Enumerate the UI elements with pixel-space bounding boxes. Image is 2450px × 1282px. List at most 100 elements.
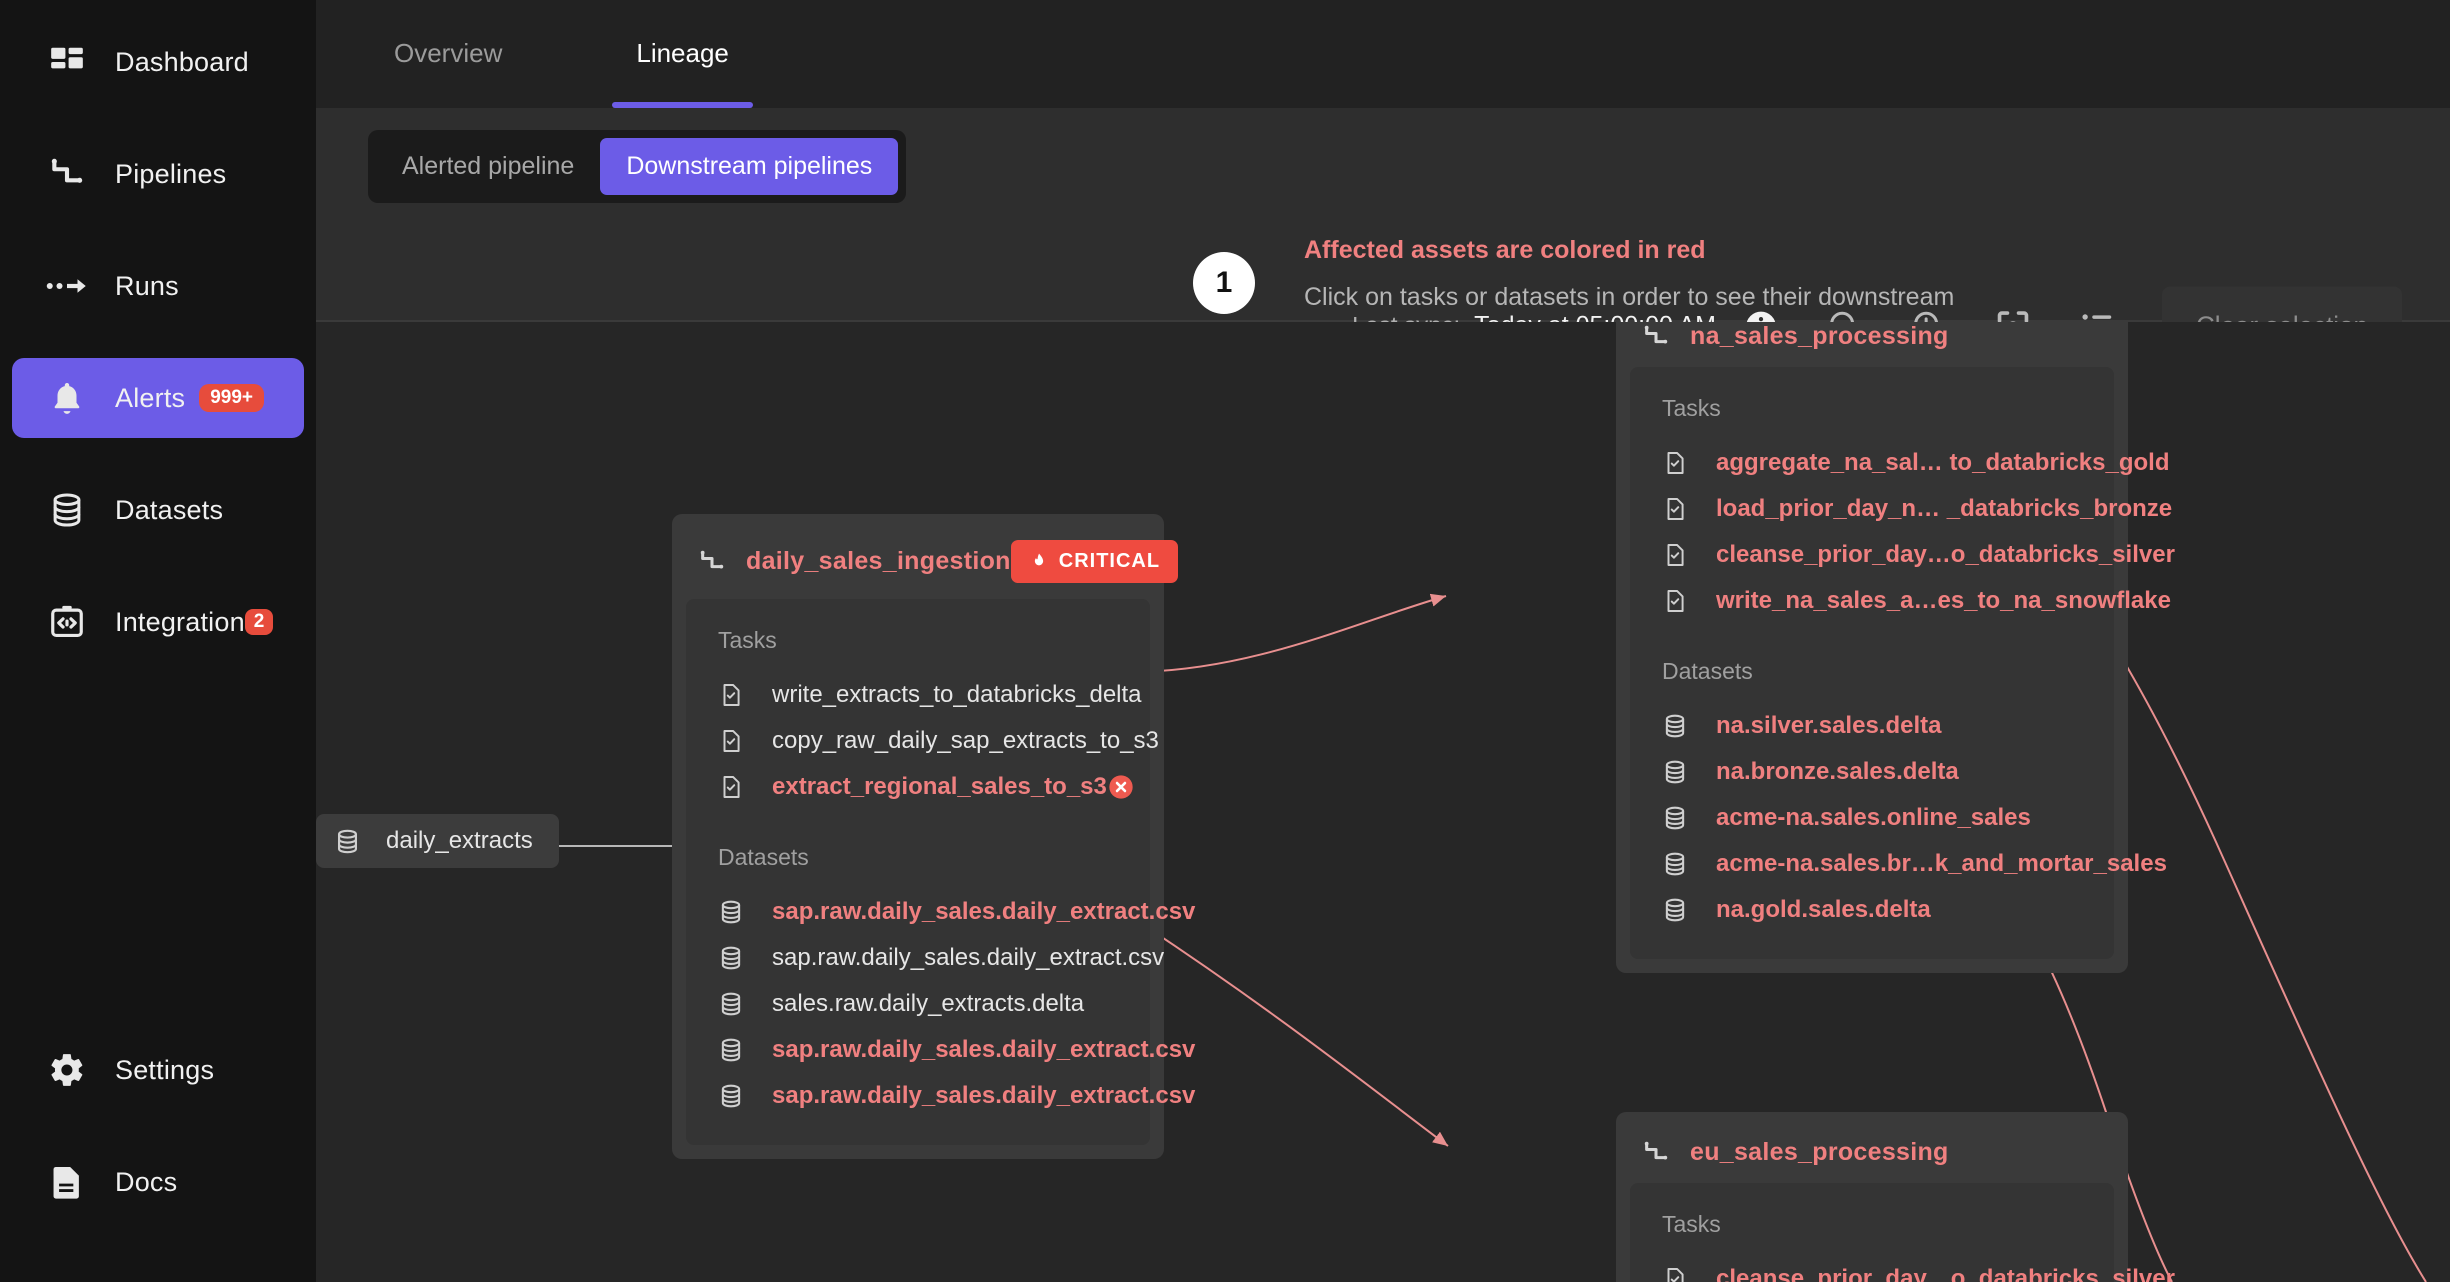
dataset-row[interactable]: sap.raw.daily_sales.daily_extract.csv [708,935,1128,981]
pipeline-icon [1642,1139,1670,1167]
dataset-label: sap.raw.daily_sales.daily_extract.csv [772,898,1195,926]
task-label: copy_raw_daily_sap_extracts_to_s3 [772,727,1159,755]
task-label: cleanse_prior_day…o_databricks_silver [1716,541,2175,569]
database-icon [1662,759,1692,785]
task-file-icon [718,774,748,800]
step-marker-badge: 1 [1193,252,1255,314]
dataset-row[interactable]: sap.raw.daily_sales.daily_extract.csv [708,1027,1128,1073]
task-row[interactable]: cleanse_prior_day…o_databricks_silver [1652,532,2092,578]
task-row[interactable]: write_na_sales_a…es_to_na_snowflake [1652,578,2092,624]
dataset-label: sales.raw.daily_extracts.delta [772,990,1084,1018]
task-error-icon [1107,773,1135,801]
dataset-row[interactable]: sap.raw.daily_sales.daily_extract.csv [708,1073,1128,1119]
task-row[interactable]: copy_raw_daily_sap_extracts_to_s3 [708,718,1128,764]
node-title: daily_sales_ingestion [746,547,1011,576]
segment-downstream-pipelines[interactable]: Downstream pipelines [600,138,898,195]
task-row[interactable]: write_extracts_to_databricks_delta [708,672,1128,718]
node-header: eu_sales_processing [1616,1132,2128,1183]
sidebar-nav: Dashboard Pipelines [0,22,316,662]
task-row[interactable]: extract_regional_sales_to_s3 [708,764,1128,810]
sidebar-item-pipelines[interactable]: Pipelines [12,134,304,214]
database-icon [1662,897,1692,923]
node-header: daily_sales_ingestion CRITICAL [672,534,1164,599]
dataset-label: acme-na.sales.online_sales [1716,804,2031,832]
task-label: cleanse_prior_day…o_databricks_silver [1716,1265,2175,1282]
dataset-label: acme-na.sales.br…k_and_mortar_sales [1716,850,2167,878]
database-icon [1662,713,1692,739]
task-file-icon [1662,450,1692,476]
task-file-icon [1662,542,1692,568]
dataset-row[interactable]: na.gold.sales.delta [1652,887,2092,933]
sidebar-item-settings[interactable]: Settings [12,1030,304,1110]
dataset-label: sap.raw.daily_sales.daily_extract.csv [772,1082,1195,1110]
node-title: eu_sales_processing [1690,1138,1949,1167]
database-icon [718,991,748,1017]
pipeline-scope-toggle: Alerted pipeline Downstream pipelines [368,130,906,203]
document-icon [46,1161,88,1203]
dataset-label: na.silver.sales.delta [1716,712,1941,740]
lineage-canvas[interactable]: daily_extracts daily_sales_ingestion CRI… [316,322,2450,1282]
dataset-row[interactable]: sales.raw.daily_extracts.delta [708,981,1128,1027]
status-badge-label: CRITICAL [1059,550,1160,573]
app-root: Dashboard Pipelines [0,0,2450,1282]
dataset-label: sap.raw.daily_sales.daily_extract.csv [772,1036,1195,1064]
task-file-icon [1662,496,1692,522]
affected-assets-hint: Affected assets are colored in red [1304,236,1954,265]
dataset-label: sap.raw.daily_sales.daily_extract.csv [772,944,1164,972]
database-icon [334,828,364,855]
task-label: write_extracts_to_databricks_delta [772,681,1142,709]
tab-overview[interactable]: Overview [370,36,526,108]
task-label: aggregate_na_sal… to_databricks_gold [1716,449,2170,477]
dataset-row[interactable]: acme-na.sales.br…k_and_mortar_sales [1652,841,2092,887]
node-body: Tasks aggregate_na_sal… to_databricks_go… [1630,367,2114,959]
dataset-label: daily_extracts [386,827,533,855]
sidebar: Dashboard Pipelines [0,0,316,1282]
sidebar-item-label: Runs [115,271,179,302]
node-daily-sales-ingestion[interactable]: daily_sales_ingestion CRITICAL Tasks wri… [672,514,1164,1159]
task-file-icon [718,728,748,754]
sidebar-item-integration[interactable]: Integration 2 [12,582,304,662]
sidebar-item-alerts[interactable]: Alerts 999+ [12,358,304,438]
task-file-icon [1662,1266,1692,1282]
sidebar-item-docs[interactable]: Docs [12,1142,304,1222]
datasets-section-label: Datasets [718,844,1128,871]
sidebar-item-label: Dashboard [115,47,249,78]
task-row[interactable]: cleanse_prior_day…o_databricks_silver [1652,1256,2092,1282]
database-icon [718,1037,748,1063]
sidebar-item-label: Settings [115,1055,214,1086]
bell-icon [46,377,88,419]
sidebar-item-runs[interactable]: Runs [12,246,304,326]
task-row[interactable]: load_prior_day_n… _databricks_bronze [1652,486,2092,532]
database-icon [718,945,748,971]
sidebar-item-datasets[interactable]: Datasets [12,470,304,550]
tasks-section-label: Tasks [1662,1211,2092,1238]
dataset-label: na.bronze.sales.delta [1716,758,1959,786]
dataset-row[interactable]: acme-na.sales.online_sales [1652,795,2092,841]
datasets-section-label: Datasets [1662,658,2092,685]
sidebar-item-label: Docs [115,1167,177,1198]
node-daily-extracts[interactable]: daily_extracts [316,814,559,868]
node-na-sales-processing[interactable]: na_sales_processing Tasks aggregate_na_s… [1616,322,2128,973]
sidebar-item-label: Pipelines [115,159,226,190]
gear-icon [46,1049,88,1091]
sidebar-item-dashboard[interactable]: Dashboard [12,22,304,102]
dataset-row[interactable]: na.silver.sales.delta [1652,703,2092,749]
sidebar-item-label: Datasets [115,495,223,526]
dataset-row[interactable]: sap.raw.daily_sales.daily_extract.csv [708,889,1128,935]
tab-bar: Overview Lineage [316,0,2450,108]
sidebar-item-label: Alerts [115,383,185,414]
node-body: Tasks cleanse_prior_day…o_databricks_sil… [1630,1183,2114,1282]
database-icon [46,489,88,531]
segmented-control: Alerted pipeline Downstream pipelines [368,130,906,203]
pipeline-icon [46,153,88,195]
database-icon [718,899,748,925]
dataset-row[interactable]: na.bronze.sales.delta [1652,749,2092,795]
node-eu-sales-processing[interactable]: eu_sales_processing Tasks cleanse_prior_… [1616,1112,2128,1282]
task-label: write_na_sales_a…es_to_na_snowflake [1716,587,2171,615]
main-content: Overview Lineage Alerted pipeline Downst… [316,0,2450,1282]
node-title: na_sales_processing [1690,322,1949,351]
task-row[interactable]: aggregate_na_sal… to_databricks_gold [1652,440,2092,486]
database-icon [1662,851,1692,877]
segment-alerted-pipeline[interactable]: Alerted pipeline [376,138,600,195]
tab-lineage[interactable]: Lineage [612,36,753,108]
